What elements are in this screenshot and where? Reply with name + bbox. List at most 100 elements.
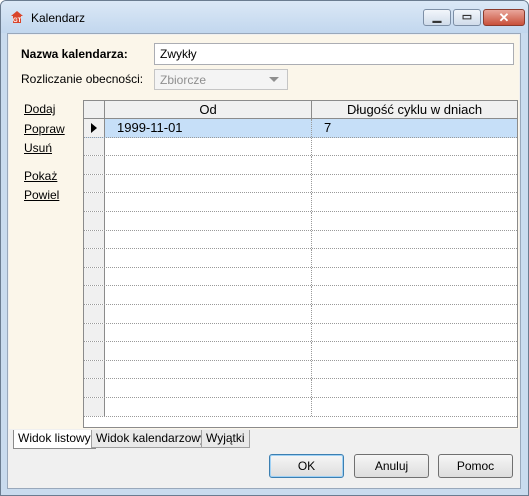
table-row[interactable] (84, 267, 517, 287)
cell-dlugosc[interactable] (312, 193, 517, 211)
row-indicator-cell[interactable] (84, 379, 105, 397)
table-row[interactable] (84, 360, 517, 380)
cell-dlugosc[interactable] (312, 286, 517, 304)
cell-od[interactable]: 1999-11-01 (105, 119, 312, 137)
table-row[interactable] (84, 193, 517, 212)
current-row-arrow-icon (91, 123, 97, 133)
cell-dlugosc[interactable] (312, 324, 517, 342)
cell-dlugosc[interactable] (312, 305, 517, 323)
table-row[interactable] (84, 304, 517, 324)
cell-od[interactable] (105, 174, 312, 193)
row-indicator-header (84, 101, 105, 118)
tab-panel: Nazwa kalendarza: Zwykły Rozliczanie obe… (9, 35, 519, 429)
add-link[interactable]: Dodaj (24, 102, 55, 116)
settlement-label: Rozliczanie obecności: (21, 72, 144, 86)
cell-dlugosc[interactable] (312, 379, 517, 397)
row-indicator-cell[interactable] (84, 193, 105, 211)
grid-header: Od Długość cyklu w dniach (84, 101, 517, 119)
table-row[interactable] (84, 211, 517, 231)
table-row[interactable] (84, 342, 517, 361)
cell-dlugosc[interactable] (312, 212, 517, 230)
grid-body: 1999-11-01 7 (84, 119, 517, 417)
tab-calendar-view[interactable]: Widok kalendarzowy (91, 430, 212, 448)
row-indicator-cell[interactable] (84, 211, 105, 230)
table-row[interactable]: 1999-11-01 7 (84, 119, 517, 138)
table-row[interactable] (84, 397, 517, 417)
cell-od[interactable] (105, 397, 312, 416)
row-indicator-cell[interactable] (84, 267, 105, 286)
column-header-od[interactable]: Od (105, 101, 312, 118)
tab-list-view[interactable]: Widok listowy (13, 430, 96, 449)
title-bar[interactable]: GT Kalendarz ▁ ▭ ✕ (1, 1, 528, 33)
row-indicator-cell[interactable] (84, 397, 105, 416)
cell-dlugosc[interactable] (312, 231, 517, 249)
kalendarz-window: GT Kalendarz ▁ ▭ ✕ Nazwa kalendarza: Zwy… (0, 0, 529, 496)
cell-dlugosc[interactable] (312, 175, 517, 193)
name-label: Nazwa kalendarza: (21, 47, 128, 61)
delete-link[interactable]: Usuń (24, 141, 52, 155)
row-indicator-cell[interactable] (84, 286, 105, 304)
row-indicator-cell[interactable] (84, 119, 105, 137)
show-link[interactable]: Pokaż (24, 169, 57, 183)
cell-od[interactable] (105, 342, 312, 360)
settlement-select-value: Zbiorcze (160, 73, 207, 87)
maximize-icon: ▭ (461, 11, 473, 23)
row-indicator-cell[interactable] (84, 304, 105, 323)
row-indicator-cell[interactable] (84, 360, 105, 379)
table-row[interactable] (84, 286, 517, 305)
row-indicator-cell[interactable] (84, 174, 105, 193)
window-title: Kalendarz (31, 11, 86, 25)
cell-od[interactable] (105, 286, 312, 304)
duplicate-link[interactable]: Powiel (24, 188, 59, 202)
row-indicator-cell[interactable] (84, 249, 105, 267)
close-button[interactable]: ✕ (483, 9, 525, 26)
cell-dlugosc[interactable] (312, 249, 517, 267)
minimize-button[interactable]: ▁ (423, 9, 451, 26)
table-row[interactable] (84, 230, 517, 250)
app-icon: GT (11, 11, 23, 24)
row-indicator-cell[interactable] (84, 137, 105, 156)
table-row[interactable] (84, 249, 517, 268)
cell-dlugosc[interactable] (312, 342, 517, 360)
minimize-icon: ▁ (432, 11, 442, 23)
cell-od[interactable] (105, 230, 312, 249)
column-header-dlugosc[interactable]: Długość cyklu w dniach (312, 101, 517, 118)
help-button[interactable]: Pomoc (438, 454, 513, 478)
row-indicator-cell[interactable] (84, 323, 105, 342)
cell-od[interactable] (105, 211, 312, 230)
cell-od[interactable] (105, 267, 312, 286)
row-indicator-cell[interactable] (84, 156, 105, 174)
table-row[interactable] (84, 323, 517, 343)
close-icon: ✕ (498, 10, 510, 25)
cell-od[interactable] (105, 137, 312, 156)
cell-dlugosc[interactable] (312, 138, 517, 156)
table-row[interactable] (84, 137, 517, 157)
cell-dlugosc[interactable] (312, 268, 517, 286)
table-row[interactable] (84, 174, 517, 194)
cell-dlugosc[interactable] (312, 156, 517, 174)
ok-button[interactable]: OK (269, 454, 344, 478)
cell-dlugosc[interactable]: 7 (312, 119, 517, 137)
tab-exceptions[interactable]: Wyjątki (201, 430, 250, 448)
maximize-button[interactable]: ▭ (453, 9, 481, 26)
cell-od[interactable] (105, 323, 312, 342)
table-row[interactable] (84, 156, 517, 175)
settlement-select[interactable]: Zbiorcze (154, 69, 288, 90)
cell-od[interactable] (105, 249, 312, 267)
row-indicator-cell[interactable] (84, 230, 105, 249)
table-row[interactable] (84, 379, 517, 398)
cell-dlugosc[interactable] (312, 361, 517, 379)
cell-dlugosc[interactable] (312, 398, 517, 416)
cell-od[interactable] (105, 360, 312, 379)
cancel-button[interactable]: Anuluj (354, 454, 429, 478)
cell-od[interactable] (105, 379, 312, 397)
cell-od[interactable] (105, 156, 312, 174)
cell-od[interactable] (105, 304, 312, 323)
row-indicator-cell[interactable] (84, 342, 105, 360)
calendar-name-input[interactable]: Zwykły (154, 43, 514, 65)
edit-link[interactable]: Popraw (24, 122, 65, 136)
cell-od[interactable] (105, 193, 312, 211)
dialog-client-area: Nazwa kalendarza: Zwykły Rozliczanie obe… (7, 33, 521, 489)
calendar-grid[interactable]: Od Długość cyklu w dniach 1999-11-01 7 (83, 100, 518, 428)
svg-text:GT: GT (13, 18, 22, 24)
